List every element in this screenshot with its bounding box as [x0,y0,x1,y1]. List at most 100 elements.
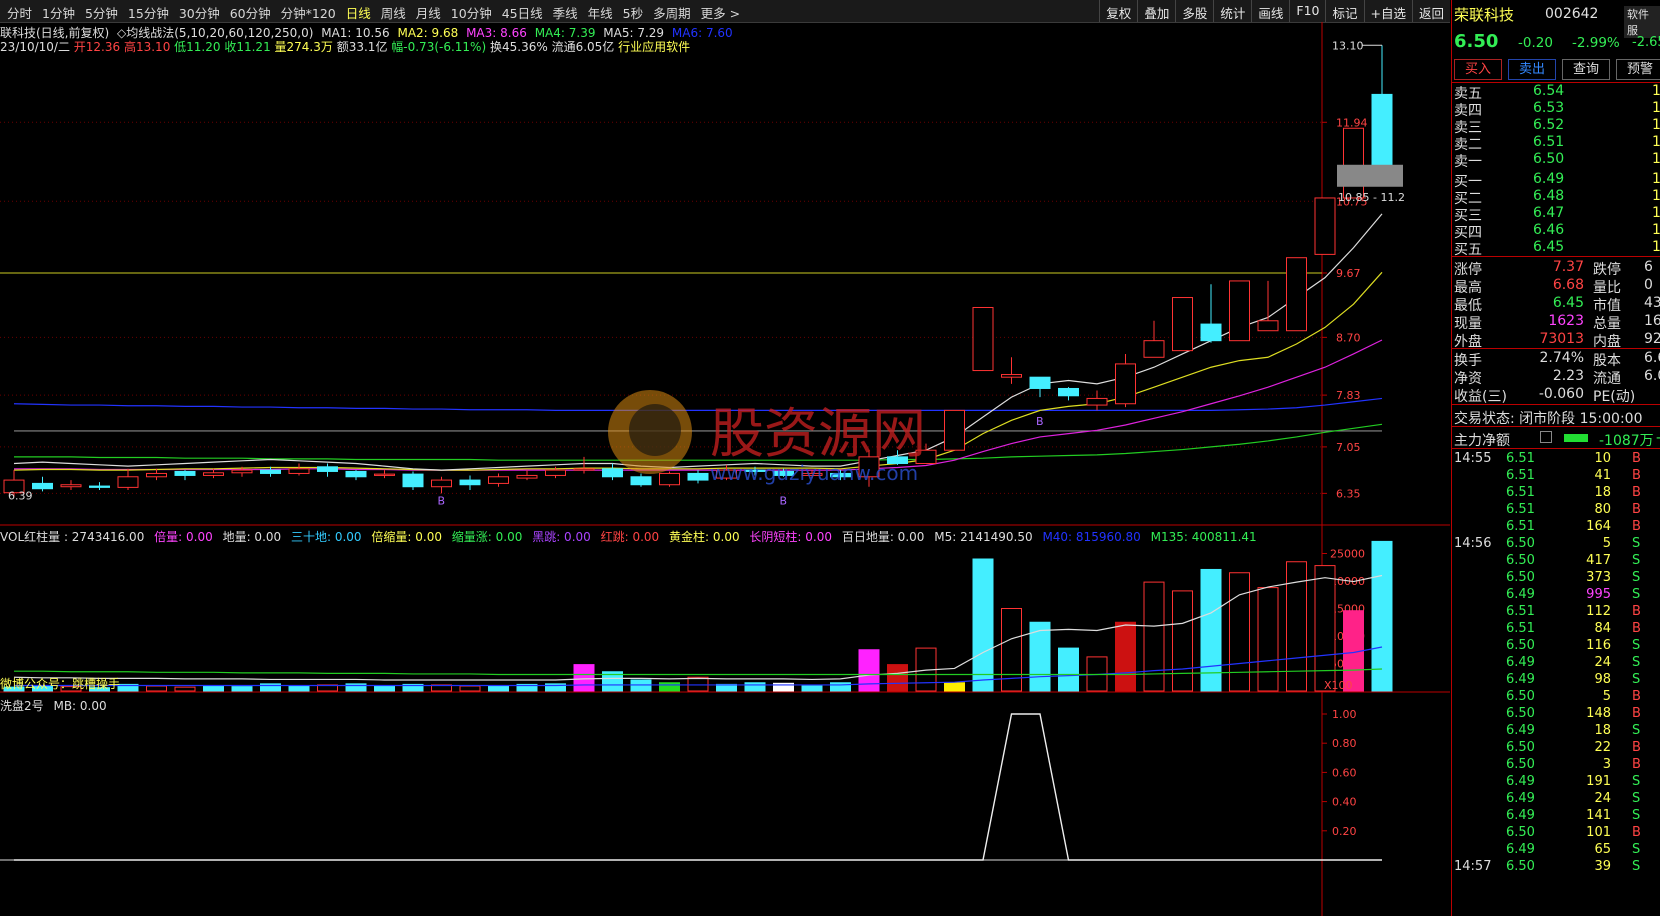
tick-price: 6.49 [1506,655,1535,670]
volume-bar [203,685,224,692]
period-tab[interactable]: 年线 [583,3,618,22]
bid-row[interactable]: 买五 6.45 1 [1454,239,1660,258]
volume-bar [174,686,196,692]
candle-body [288,468,310,474]
toolbar-action[interactable]: 多股 [1175,0,1213,22]
period-tab[interactable]: 周线 [376,3,411,22]
period-tab[interactable]: 5分钟 [80,3,123,22]
ask-row[interactable]: 卖二 6.51 1 [1454,134,1660,153]
ask-row[interactable]: 卖三 6.52 1 [1454,117,1660,136]
stat-value-2: 165 [1644,313,1660,329]
tick-row: 6.50 3 B [1454,757,1660,774]
tick-side: B [1632,485,1641,500]
tick-row: 14:56 6.50 5 S [1454,536,1660,553]
ask-row[interactable]: 卖五 6.54 1 [1454,83,1660,102]
tick-row: 14:55 6.51 10 B [1454,451,1660,468]
toolbar-action[interactable]: 叠加 [1137,0,1175,22]
period-tab[interactable]: 更多 > [696,3,745,22]
period-tab[interactable]: 多周期 [648,3,696,22]
tick-price: 6.50 [1506,859,1535,874]
stock-name: 荣联科技 [1454,6,1515,24]
m40-value: M40: 815960.80 [1042,530,1141,544]
period-tab[interactable]: 30分钟 [174,3,225,22]
period-tab[interactable]: 季线 [548,3,583,22]
tick-price: 6.49 [1506,723,1535,738]
tick-volume: 24 [1594,791,1611,806]
tick-price: 6.50 [1506,689,1535,704]
volume-bar [659,682,680,692]
volume-bar [1257,587,1279,692]
bid-row[interactable]: 买三 6.47 1 [1454,205,1660,224]
period-tab[interactable]: 15分钟 [123,3,174,22]
tick-side: S [1632,570,1641,585]
tick-side: S [1632,808,1641,823]
xipan-tick-label: 0.20 [1332,825,1357,838]
candle-body [1257,320,1279,332]
tick-side: B [1632,825,1641,840]
tick-price: 6.51 [1506,604,1535,619]
tick-row: 14:57 6.50 39 S [1454,859,1660,876]
tick-price: 6.50 [1506,553,1535,568]
sector-tag[interactable]: 软件服 [1624,6,1660,38]
ask-price: 6.50 [1533,151,1565,167]
tick-volume: 417 [1586,553,1611,568]
buy-button[interactable]: 买入 [1454,59,1502,80]
period-tab[interactable]: 分时 [2,3,37,22]
period-tab[interactable]: 60分钟 [225,3,276,22]
expand-icon[interactable] [1540,431,1552,443]
toolbar-action[interactable]: 返回 [1411,0,1450,22]
toolbar-action[interactable]: 画线 [1251,0,1289,22]
xipan-name[interactable]: 洗盘2号 [0,699,44,713]
candle-body [317,466,338,472]
bid-row[interactable]: 买四 6.46 1 [1454,222,1660,241]
query-button[interactable]: 查询 [1562,59,1610,80]
period-tab[interactable]: 45日线 [497,3,548,22]
toolbar: 分时 1分钟 5分钟 15分钟 30分钟 60分钟 分钟*120 日线 周线 月线 10分钟 45日线… [0,0,1450,23]
tick-volume: 22 [1594,740,1611,755]
xipan-tick-label: 0.40 [1332,796,1357,809]
period-tabs: 分时 1分钟 5分钟 15分钟 30分钟 60分钟 分钟*120 日线 周线 月线 10分钟 45日线… [2,3,745,22]
price-change-pct: -2.99% [1572,35,1620,51]
tick-price: 6.50 [1506,757,1535,772]
ask-row[interactable]: 卖四 6.53 1 [1454,100,1660,119]
diliang-value: 地量: 0.00 [222,530,282,544]
period-tab[interactable]: 10分钟 [446,3,497,22]
period-tab[interactable]: 5秒 [618,3,648,22]
volume-bar [1172,590,1193,692]
ask-volume: 1 [1652,151,1660,167]
open-value: 开12.36 [73,40,121,54]
fund-label: 净资 [1454,371,1482,387]
stat-label-2: 市值 [1593,298,1621,314]
industry-value[interactable]: 行业应用软件 [618,40,690,54]
candle-body [431,479,452,488]
toolbar-action[interactable]: 标记 [1325,0,1363,22]
ask-row[interactable]: 卖一 6.50 1 [1454,151,1660,170]
bid-row[interactable]: 买二 6.48 1 [1454,188,1660,207]
tick-row: 6.50 22 B [1454,740,1660,757]
vol-overlay-text: 微博公众号：跳槽操手 [0,676,120,691]
stat-label: 最低 [1454,298,1482,314]
stat-value: 6.68 [1552,277,1584,293]
tick-volume: 84 [1594,621,1611,636]
period-tab[interactable]: 分钟*120 [276,3,341,22]
toolbar-action[interactable]: 统计 [1213,0,1251,22]
tick-side: S [1632,859,1641,874]
period-tab[interactable]: 月线 [411,3,446,22]
bid-volume: 1 [1652,222,1660,238]
bid-row[interactable]: 买一 6.49 1 [1454,171,1660,190]
stat-value-2: 6 [1644,259,1653,275]
watermark-logo: 股资源网 www.guziyuanw.com [608,390,926,485]
toolbar-action[interactable]: 复权 [1099,0,1137,22]
toolbar-action[interactable]: +自选 [1363,0,1412,22]
sell-button[interactable]: 卖出 [1508,59,1556,80]
period-tab[interactable]: 1分钟 [37,3,80,22]
tick-side: S [1632,553,1641,568]
alert-button[interactable]: 预警 [1616,59,1660,80]
stat-row: 最低 6.45 市值 43. [1454,295,1660,314]
tick-price: 6.49 [1506,842,1535,857]
fund-value: 2.23 [1552,368,1584,384]
stat-label: 涨停 [1454,262,1482,278]
candle-body [1086,397,1108,406]
period-tab[interactable]: 日线 [341,3,376,22]
toolbar-action[interactable]: F10 [1289,0,1325,22]
